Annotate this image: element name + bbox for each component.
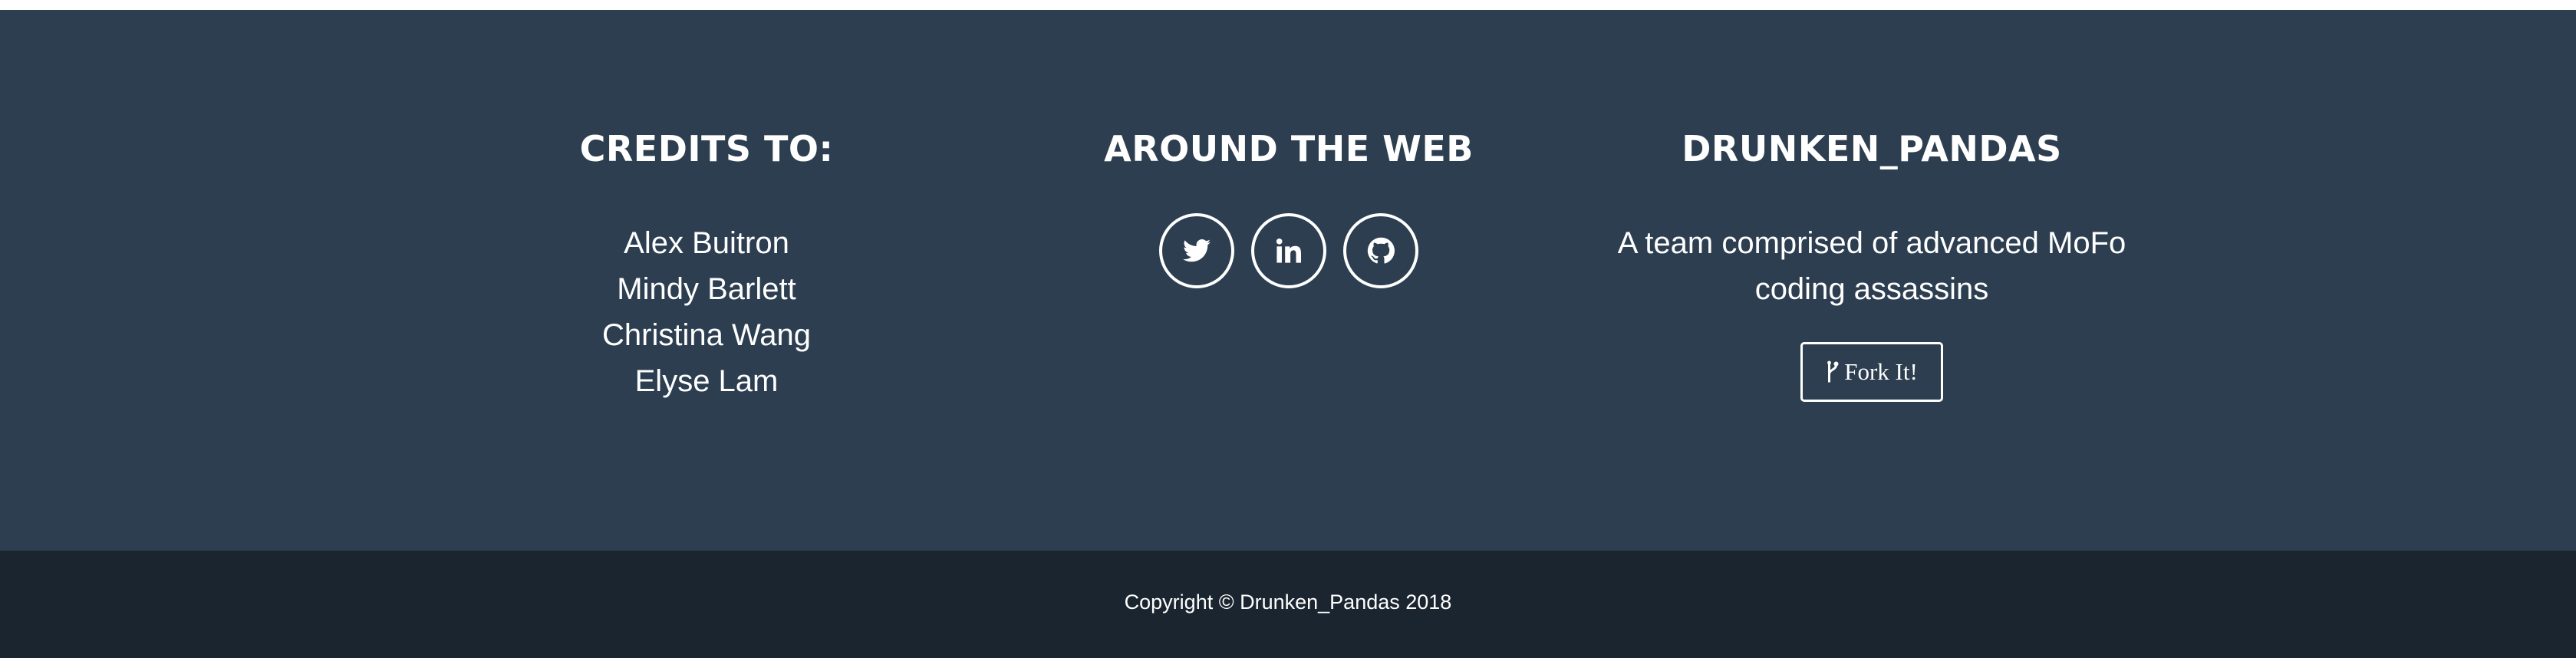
credit-name: Elyse Lam [634,364,779,398]
footer: CREDITS TO: Alex Buitron Mindy Barlett C… [0,10,2576,551]
fork-it-label: Fork It! [1844,358,1918,385]
credit-name: Alex Buitron [624,226,789,260]
brand-description: A team comprised of advanced MoFo coding… [1617,226,2126,306]
copyright-text: Copyright © Drunken_Pandas 2018 [1124,590,1452,614]
linkedin-icon [1276,238,1302,263]
github-icon [1367,237,1395,264]
github-link[interactable] [1343,213,1418,288]
brand-heading: DRUNKEN_PANDAS [1682,128,2062,169]
credit-name: Mindy Barlett [617,272,796,306]
social-links [982,213,1596,288]
credits-list: Alex Buitron Mindy Barlett Christina Wan… [400,220,1013,404]
top-strip [0,0,2576,10]
linkedin-link[interactable] [1251,213,1326,288]
copyright-bar: Copyright © Drunken_Pandas 2018 [0,551,2576,658]
fork-it-button[interactable]: Fork It! [1800,342,1943,402]
credits-heading: CREDITS TO: [579,128,834,169]
around-web-heading: AROUND THE WEB [1104,128,1474,169]
git-fork-icon [1826,360,1840,383]
credit-name: Christina Wang [602,318,811,352]
twitter-link[interactable] [1159,213,1234,288]
twitter-icon [1183,239,1211,262]
